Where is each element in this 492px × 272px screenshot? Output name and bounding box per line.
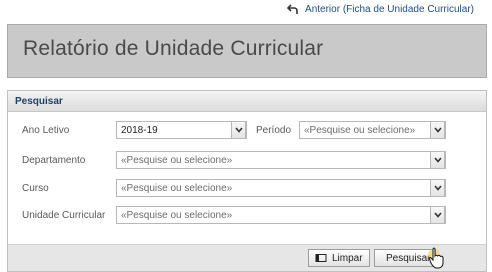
search-panel-footer: Limpar Pesquisar xyxy=(8,244,486,271)
eraser-icon xyxy=(315,254,327,262)
search-button-label: Pesquisar xyxy=(386,252,431,264)
ano-letivo-label: Ano Letivo xyxy=(22,125,70,136)
top-bar: Anterior (Ficha de Unidade Curricular) xyxy=(0,0,492,22)
ano-letivo-dropdown-button[interactable] xyxy=(231,121,246,139)
unidade-curricular-placeholder: «Pesquise ou selecione» xyxy=(121,209,233,221)
search-panel: Pesquisar Ano Letivo 2018-19 Período «Pe… xyxy=(7,90,487,272)
chevron-down-icon xyxy=(433,185,442,191)
title-panel: Relatório de Unidade Curricular xyxy=(7,24,487,78)
hand-cursor-icon xyxy=(428,247,444,269)
back-link[interactable]: Anterior (Ficha de Unidade Curricular) xyxy=(287,4,474,15)
unidade-curricular-dropdown-button[interactable] xyxy=(430,206,445,224)
periodo-dropdown-button[interactable] xyxy=(430,121,445,139)
chevron-down-icon xyxy=(234,127,243,133)
row-unidade-curricular: Unidade Curricular «Pesquise ou selecion… xyxy=(8,206,486,226)
search-panel-title: Pesquisar xyxy=(15,95,63,107)
chevron-down-icon xyxy=(433,212,442,218)
ano-letivo-select[interactable]: 2018-19 xyxy=(116,121,247,139)
periodo-select[interactable]: «Pesquise ou selecione» xyxy=(299,121,446,139)
unidade-curricular-select[interactable]: «Pesquise ou selecione» xyxy=(116,206,446,224)
chevron-down-icon xyxy=(433,127,442,133)
back-link-label: Anterior (Ficha de Unidade Curricular) xyxy=(305,4,474,15)
departamento-placeholder: «Pesquise ou selecione» xyxy=(121,154,233,166)
back-arrow-icon xyxy=(287,4,298,14)
periodo-label: Período xyxy=(256,125,292,136)
clear-button-label: Limpar xyxy=(332,252,363,264)
row-ano-letivo: Ano Letivo 2018-19 Período «Pesquise ou … xyxy=(8,121,486,141)
row-departamento: Departamento «Pesquise ou selecione» xyxy=(8,151,486,171)
ano-letivo-value: 2018-19 xyxy=(121,124,158,136)
chevron-down-icon xyxy=(433,157,442,163)
page-title: Relatório de Unidade Curricular xyxy=(23,37,324,60)
departamento-dropdown-button[interactable] xyxy=(430,151,445,169)
unidade-curricular-label: Unidade Curricular xyxy=(22,210,106,221)
curso-dropdown-button[interactable] xyxy=(430,179,445,197)
departamento-select[interactable]: «Pesquise ou selecione» xyxy=(116,151,446,169)
departamento-label: Departamento xyxy=(22,155,86,166)
search-panel-header: Pesquisar xyxy=(8,91,486,112)
row-curso: Curso «Pesquise ou selecione» xyxy=(8,179,486,199)
curso-placeholder: «Pesquise ou selecione» xyxy=(121,182,233,194)
periodo-placeholder: «Pesquise ou selecione» xyxy=(304,124,416,136)
clear-button[interactable]: Limpar xyxy=(308,249,370,267)
curso-select[interactable]: «Pesquise ou selecione» xyxy=(116,179,446,197)
curso-label: Curso xyxy=(22,183,49,194)
